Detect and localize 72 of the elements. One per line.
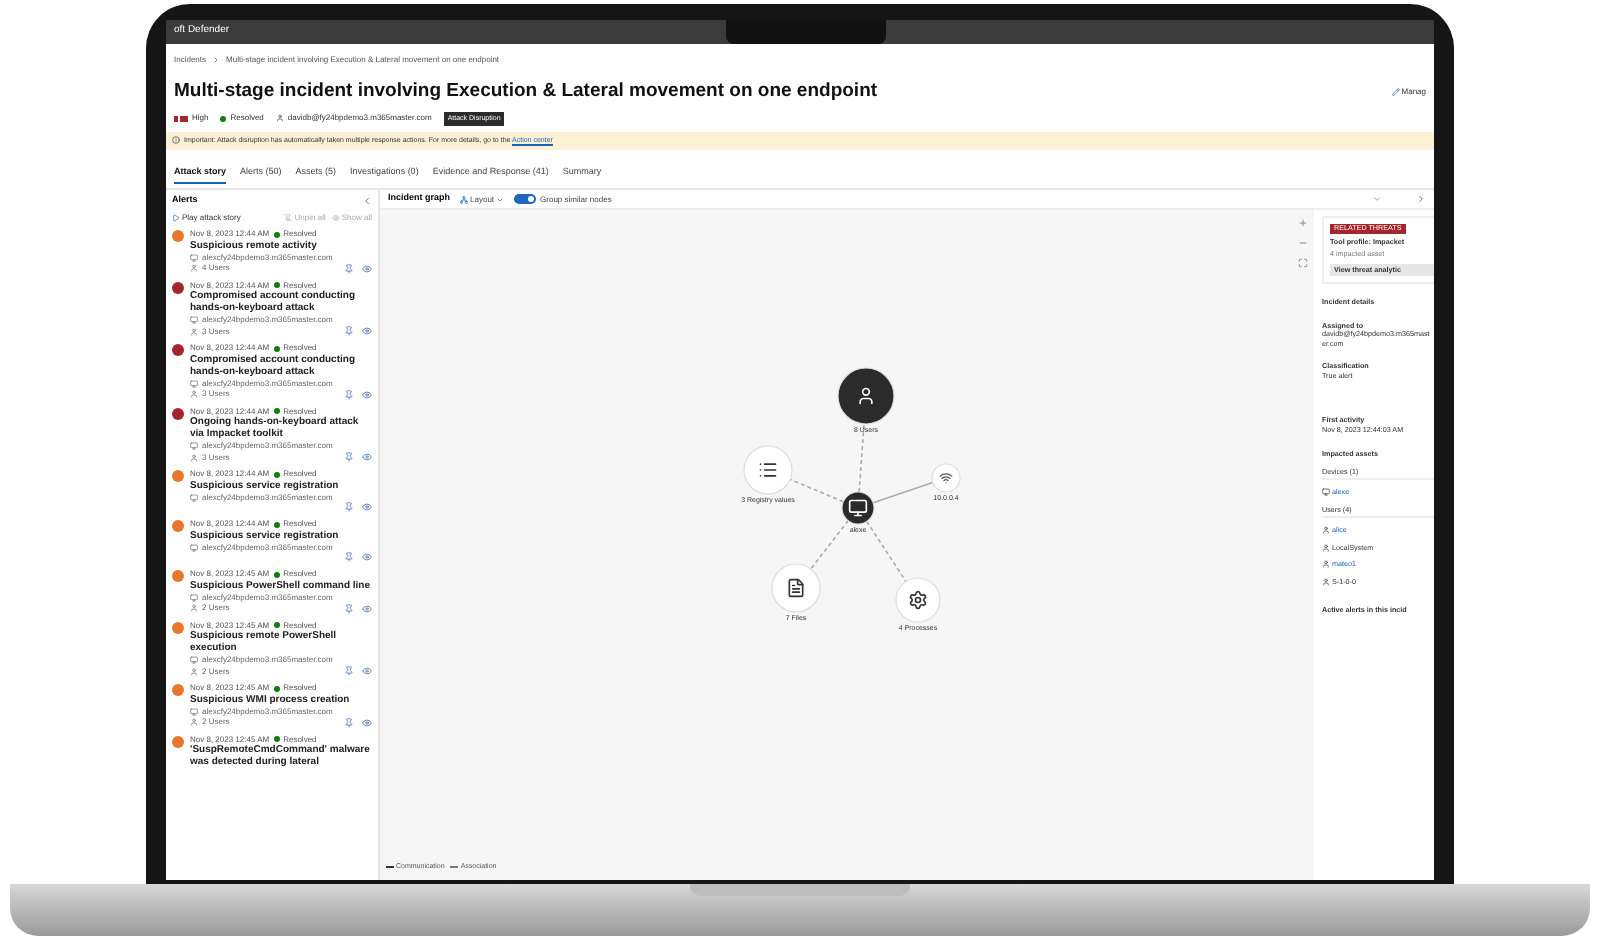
legend-line-icon [386,865,394,868]
zoom-out-icon[interactable] [1298,238,1308,248]
user-icon [190,604,198,612]
pin-icon[interactable] [344,452,354,462]
device-icon [190,379,198,387]
user-node[interactable] [837,367,895,425]
monitor-icon [849,500,867,516]
severity-bars-icon [174,115,188,122]
view-icon[interactable] [362,326,372,336]
graph-edge [865,520,907,583]
gear-icon [910,591,926,609]
view-icon[interactable] [362,502,372,513]
graph-edge [809,519,849,570]
view-icon[interactable] [362,666,372,676]
user-icon [190,390,198,398]
user-icon [1322,526,1330,535]
device-icon [190,442,198,450]
view-icon[interactable] [362,263,372,273]
pin-icon[interactable] [344,326,354,336]
user-icon [190,453,198,461]
eye-icon [331,213,340,222]
device-node[interactable] [841,491,875,525]
device-icon [190,656,198,664]
info-icon [172,136,180,145]
user-icon [190,718,198,726]
device-icon [190,316,198,324]
ip-node[interactable] [931,463,961,493]
collapse-icon[interactable] [362,195,372,206]
pin-icon[interactable] [344,552,354,563]
graph-edge [872,481,934,504]
fit-icon[interactable] [1298,258,1308,268]
network-icon [460,195,469,203]
pin-icon[interactable] [344,502,354,513]
user-icon [275,114,284,123]
document-icon [789,579,803,597]
person-icon [860,388,872,404]
process-node[interactable] [895,577,941,623]
registry-node[interactable] [743,445,793,495]
unpin-icon [284,213,293,222]
chevron-icon[interactable] [1416,194,1426,204]
pin-icon[interactable] [344,717,354,727]
device-icon [190,593,198,601]
zoom-in-icon[interactable] [1298,218,1308,228]
user-icon [190,667,198,675]
view-icon[interactable] [362,389,372,399]
view-icon[interactable] [362,603,372,613]
user-icon [190,327,198,335]
view-icon[interactable] [362,452,372,462]
legend-line-icon [450,865,459,868]
file-node[interactable] [771,563,821,613]
pin-icon[interactable] [344,263,354,273]
toggle-switch[interactable] [514,194,537,204]
pin-icon[interactable] [344,603,354,613]
device-icon [190,493,198,501]
pin-icon[interactable] [344,666,354,676]
user-icon [1322,577,1330,586]
device-icon [190,253,198,261]
incident-title: Multi-stage incident involving Execution & Lateral movement on one endpoint [174,78,878,106]
expand-icon[interactable] [1372,194,1382,204]
signal-icon [940,473,952,483]
device-icon [1322,488,1330,497]
user-icon [1322,560,1330,569]
user-icon [190,264,198,272]
view-icon[interactable] [362,717,372,727]
pencil-icon [1391,88,1400,97]
user-icon [1322,543,1330,552]
list-icon [760,464,776,476]
pin-icon[interactable] [344,389,354,399]
device-icon [190,543,198,551]
play-icon [172,213,180,222]
device-icon [190,707,198,715]
view-icon[interactable] [362,552,372,563]
